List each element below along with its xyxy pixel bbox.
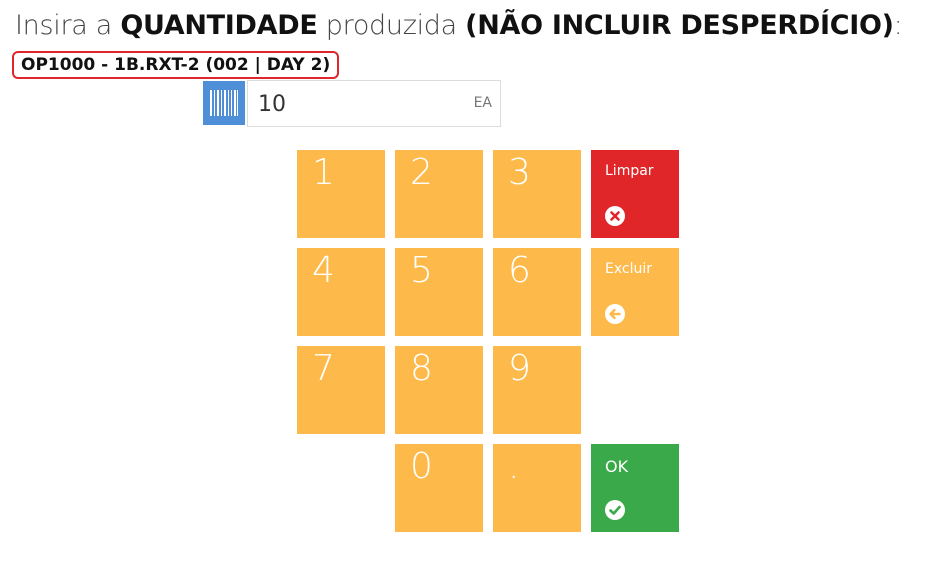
- page-title: Insira a QUANTIDADE produzida (NÃO INCLU…: [15, 10, 903, 41]
- key-2[interactable]: 2: [395, 150, 483, 238]
- quantity-field: EA: [247, 80, 501, 128]
- arrow-circle-left-icon: [605, 304, 625, 324]
- key-decimal[interactable]: .: [493, 444, 581, 532]
- title-middle: produzida: [325, 10, 457, 41]
- key-digit: 2: [410, 152, 433, 193]
- quantity-input[interactable]: [256, 81, 460, 128]
- delete-label: Excluir: [605, 261, 652, 277]
- key-8[interactable]: 8: [395, 346, 483, 434]
- barcode-button[interactable]: [203, 81, 245, 125]
- key-digit: 7: [312, 348, 335, 389]
- key-7[interactable]: 7: [297, 346, 385, 434]
- key-digit: 8: [410, 348, 433, 389]
- times-circle-icon: [605, 206, 625, 226]
- unit-label: EA: [473, 95, 492, 111]
- barcode-icon: [210, 90, 238, 116]
- key-1[interactable]: 1: [297, 150, 385, 238]
- key-digit: .: [508, 446, 520, 487]
- key-digit: 0: [410, 446, 433, 487]
- title-prefix: Insira a: [15, 10, 113, 41]
- key-3[interactable]: 3: [493, 150, 581, 238]
- key-4[interactable]: 4: [297, 248, 385, 336]
- key-digit: 3: [508, 152, 531, 193]
- title-waste-emphasis: (NÃO INCLUIR DESPERDÍCIO): [465, 10, 894, 41]
- key-digit: 9: [508, 348, 531, 389]
- ok-button[interactable]: OK: [591, 444, 679, 532]
- order-subtitle: OP1000 - 1B.RXT-2 (002 | DAY 2): [12, 51, 340, 79]
- check-circle-icon: [605, 500, 625, 520]
- key-digit: 4: [312, 250, 335, 291]
- clear-button[interactable]: Limpar: [591, 150, 679, 238]
- key-digit: 6: [508, 250, 531, 291]
- key-5[interactable]: 5: [395, 248, 483, 336]
- key-6[interactable]: 6: [493, 248, 581, 336]
- key-digit: 1: [312, 152, 335, 193]
- key-digit: 5: [410, 250, 433, 291]
- title-suffix: :: [893, 10, 903, 41]
- title-quantity-emphasis: QUANTIDADE: [120, 10, 318, 41]
- delete-button[interactable]: Excluir: [591, 248, 679, 336]
- clear-label: Limpar: [605, 163, 654, 179]
- key-0[interactable]: 0: [395, 444, 483, 532]
- ok-label: OK: [605, 457, 629, 476]
- key-9[interactable]: 9: [493, 346, 581, 434]
